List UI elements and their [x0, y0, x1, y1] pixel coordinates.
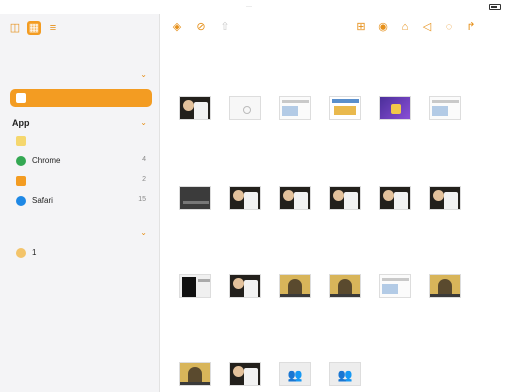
screenshot-tile[interactable] — [372, 186, 418, 214]
sidebar-item-home-app[interactable]: 2 — [10, 172, 152, 190]
sidebar: ◫ ▦ ≡ ⌄ App ⌄ Chrome 4 2 Safari 15 ⌄ 1 — [0, 14, 160, 392]
screenshot-thumbnail[interactable] — [379, 274, 411, 298]
toolbar: ◈ ⊘ ⇧ ⊞ ◉ ⌂ ◁ ◌ ↱ — [160, 14, 509, 40]
compass-icon[interactable]: ⊘ — [194, 20, 208, 34]
photos-icon[interactable]: ▦ — [27, 21, 41, 35]
screenshot-tile[interactable] — [272, 38, 318, 42]
screenshot-thumbnail[interactable] — [329, 274, 361, 298]
navigate-icon[interactable]: ↱ — [464, 20, 478, 34]
app-section-label[interactable]: App — [12, 118, 30, 128]
screenshot-tile[interactable] — [172, 274, 218, 302]
screenshot-tile[interactable] — [172, 362, 218, 390]
screenshot-tile[interactable] — [322, 38, 368, 42]
screenshot-thumbnail[interactable] — [429, 96, 461, 120]
chrome-icon — [16, 156, 26, 166]
screenshot-tile[interactable] — [422, 274, 468, 302]
toolbar-right: ⊞ ◉ ⌂ ◁ ◌ ↱ — [354, 20, 478, 34]
notes-app-icon — [16, 136, 26, 146]
eye-icon[interactable]: ◉ — [376, 20, 390, 34]
sidebar-tools: ◫ ▦ ≡ — [8, 21, 60, 35]
sidebar-item-group-1[interactable]: 1 — [10, 244, 152, 262]
screenshot-thumbnail[interactable] — [379, 96, 411, 120]
screenshot-thumbnail[interactable] — [179, 96, 211, 120]
sidebar-toggle-icon[interactable]: ◫ — [8, 21, 22, 35]
screenshot-thumbnail[interactable] — [279, 96, 311, 120]
screenshot-thumbnail[interactable] — [229, 186, 261, 210]
app-window: ··· ◫ ▦ ≡ ⌄ App ⌄ Chrome 4 2 Safari 15 ⌄… — [0, 0, 509, 392]
status-right — [487, 4, 501, 11]
screenshot-tile[interactable] — [222, 96, 268, 124]
screenshot-thumbnail[interactable]: 👥 — [329, 362, 361, 386]
screenshot-tile[interactable] — [172, 186, 218, 214]
share-icon[interactable]: ⇧ — [218, 20, 232, 34]
screenshot-tile[interactable] — [422, 38, 468, 42]
screenshot-thumbnail[interactable] — [229, 96, 261, 120]
screenshot-thumbnail[interactable] — [379, 186, 411, 210]
sidebar-item-chrome[interactable]: Chrome 4 — [10, 152, 152, 170]
sidebar-item-all-students[interactable] — [10, 89, 152, 107]
screenshot-tile[interactable] — [222, 38, 268, 42]
toolbar-left: ◈ ⊘ ⇧ — [170, 20, 232, 34]
chevron-down-icon[interactable]: ⌄ — [140, 70, 147, 79]
safari-icon — [16, 196, 26, 206]
hide-icon[interactable]: ◌ — [442, 20, 456, 34]
screenshot-tile[interactable] — [372, 38, 418, 42]
screenshot-thumbnail[interactable] — [429, 274, 461, 298]
screenshot-tile[interactable] — [222, 362, 268, 390]
screenshot-thumbnail[interactable] — [179, 186, 211, 210]
screenshot-grid: 👥 👥 — [160, 40, 509, 392]
sidebar-item-count: 4 — [142, 156, 146, 163]
screenshot-thumbnail[interactable] — [229, 274, 261, 298]
pin-icon[interactable]: ⌂ — [398, 20, 412, 34]
sidebar-item-label: Chrome — [32, 156, 61, 165]
screenshot-thumbnail[interactable] — [429, 186, 461, 210]
chevron-down-icon[interactable]: ⌄ — [140, 228, 147, 237]
sidebar-item-safari[interactable]: Safari 15 — [10, 192, 152, 210]
screenshot-tile[interactable] — [422, 96, 468, 124]
screenshot-tile[interactable] — [322, 186, 368, 214]
screenshot-tile[interactable] — [172, 38, 218, 42]
screenshot-thumbnail[interactable] — [279, 274, 311, 298]
list-icon[interactable]: ≡ — [46, 21, 60, 35]
status-bar: ··· — [0, 0, 509, 14]
lock-screen-icon[interactable]: ⊞ — [354, 20, 368, 34]
screenshot-tile[interactable] — [172, 96, 218, 124]
layers-icon[interactable]: ◈ — [170, 20, 184, 34]
status-center-dots: ··· — [246, 4, 252, 10]
mute-icon[interactable]: ◁ — [420, 20, 434, 34]
screenshot-tile[interactable] — [372, 96, 418, 124]
screenshot-tile[interactable] — [322, 96, 368, 124]
screenshot-tile[interactable] — [372, 274, 418, 302]
screenshot-tile[interactable] — [222, 274, 268, 302]
sidebar-item-app[interactable] — [10, 132, 152, 150]
chevron-down-icon[interactable]: ⌄ — [140, 118, 147, 127]
sidebar-item-count: 2 — [142, 176, 146, 183]
sidebar-item-count: 15 — [138, 196, 146, 203]
screenshot-thumbnail[interactable] — [179, 274, 211, 298]
screenshot-tile[interactable] — [222, 186, 268, 214]
person-icon — [16, 248, 26, 258]
screenshot-tile[interactable]: 👥 — [322, 362, 368, 390]
people-icon — [16, 93, 26, 103]
screenshot-thumbnail[interactable] — [329, 96, 361, 120]
sidebar-item-label: Safari — [32, 196, 53, 205]
screenshot-thumbnail[interactable] — [279, 186, 311, 210]
screenshot-thumbnail[interactable] — [229, 362, 261, 386]
screenshot-thumbnail[interactable] — [179, 362, 211, 386]
screenshot-tile[interactable] — [272, 274, 318, 302]
screenshot-tile[interactable] — [272, 186, 318, 214]
screenshot-tile[interactable] — [322, 274, 368, 302]
screenshot-tile[interactable]: 👥 — [272, 362, 318, 390]
screenshot-tile[interactable] — [422, 186, 468, 214]
home-icon — [16, 176, 26, 186]
sidebar-item-label: 1 — [32, 248, 37, 257]
screenshot-thumbnail[interactable] — [329, 186, 361, 210]
screenshot-thumbnail[interactable]: 👥 — [279, 362, 311, 386]
battery-icon — [489, 4, 501, 10]
screenshot-tile[interactable] — [272, 96, 318, 124]
